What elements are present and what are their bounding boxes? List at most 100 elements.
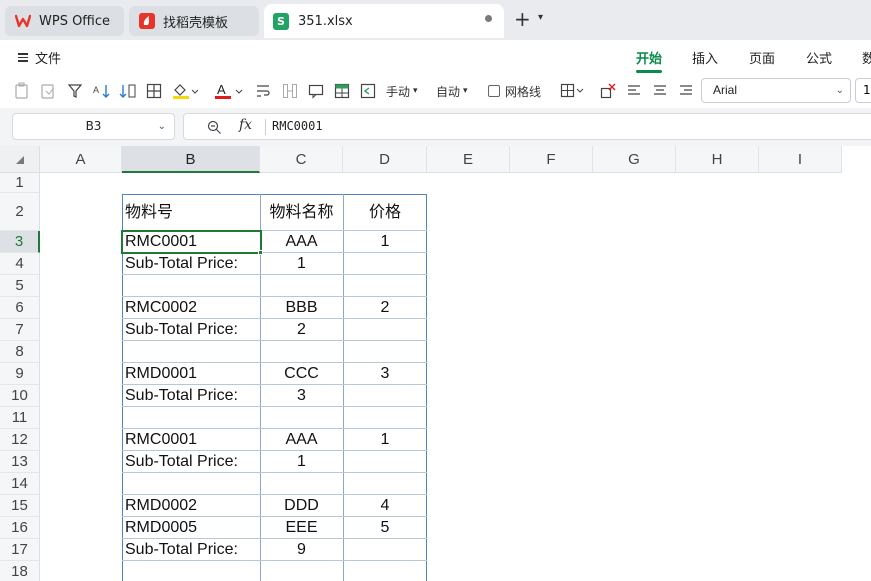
column-header-c[interactable]: C [260,146,343,173]
cell-c2[interactable]: 物料名称 [260,193,343,231]
unsaved-dot-icon[interactable] [485,15,492,22]
cell-c4[interactable]: 1 [260,253,343,275]
svg-text:A: A [217,82,226,97]
cell-d12[interactable]: 1 [343,429,427,451]
cell-c7[interactable]: 2 [260,319,343,341]
borders-icon[interactable] [146,82,162,100]
gridlines-checkbox[interactable] [488,85,500,97]
cell-c9[interactable]: CCC [260,363,343,385]
merge-cells-icon[interactable] [282,82,298,100]
row-header-17[interactable]: 17 [0,539,40,561]
col-width-dropdown[interactable]: 自动 ▾ [436,82,468,100]
column-header-g[interactable]: G [593,146,676,173]
row-header-14[interactable]: 14 [0,473,40,495]
wrap-text-icon[interactable] [255,82,271,100]
ribbon-tab-data[interactable]: 数 [862,48,871,67]
chevron-down-icon: ▾ [463,86,468,96]
gridlines-toggle[interactable]: 网格线 [488,82,541,100]
cell-c6[interactable]: BBB [260,297,343,319]
cell-c16[interactable]: EEE [260,517,343,539]
cell-c10[interactable]: 3 [260,385,343,407]
cell-c12[interactable]: AAA [260,429,343,451]
row-header-7[interactable]: 7 [0,319,40,341]
file-menu-button[interactable]: 文件 [18,48,61,67]
row-header-4[interactable]: 4 [0,253,40,275]
row-header-1[interactable]: 1 [0,173,40,193]
row-header-5[interactable]: 5 [0,275,40,297]
chevron-down-icon[interactable]: ▾ [538,12,543,23]
row-header-2[interactable]: 2 [0,193,40,231]
cell-d6[interactable]: 2 [343,297,427,319]
font-color-icon[interactable]: A [214,82,244,100]
row-header-10[interactable]: 10 [0,385,40,407]
filter-icon[interactable] [68,82,82,100]
align-left-icon[interactable] [627,82,641,100]
spreadsheet-grid[interactable]: ABCDEFGHI 1 2 3 4 5 6 7 8 9 10 11 12 13 14 15 16 17 18 物料… [0,146,871,581]
row-header-3[interactable]: 3 [0,231,40,253]
column-header-d[interactable]: D [343,146,427,173]
tab-label: 351.xlsx [298,13,353,29]
insert-comment-icon[interactable] [308,82,324,100]
cell-d2[interactable]: 价格 [343,193,427,231]
cell-format-icon[interactable] [560,82,584,100]
zoom-out-icon[interactable] [207,120,222,139]
ribbon-tab-page[interactable]: 页面 [749,48,775,67]
freeze-panes-icon[interactable] [360,82,376,100]
fx-icon[interactable]: fx [239,117,252,133]
select-all-triangle-icon [16,156,24,164]
row-header-6[interactable]: 6 [0,297,40,319]
clear-format-icon[interactable] [600,82,616,100]
cell-d16[interactable]: 5 [343,517,427,539]
active-cell-b3[interactable] [121,230,262,254]
row-height-dropdown[interactable]: 手动 ▾ [386,82,418,100]
cell-d15[interactable]: 4 [343,495,427,517]
fill-color-icon[interactable] [172,82,198,100]
column-header-i[interactable]: I [759,146,842,173]
ribbon-tab-home[interactable]: 开始 [636,48,662,67]
row-header-8[interactable]: 8 [0,341,40,363]
formula-input[interactable]: fx RMC0001 [183,113,871,140]
name-box[interactable]: B3 ⌄ [12,113,175,140]
formula-content[interactable]: RMC0001 [272,119,323,133]
select-all-corner[interactable] [0,146,40,173]
tab-351-xlsx[interactable]: S 351.xlsx [264,4,504,38]
tab-docer-templates[interactable]: 找稻壳模板 [129,6,259,36]
column-header-a[interactable]: A [40,146,122,173]
row-header-9[interactable]: 9 [0,363,40,385]
row-height-label: 手动 [386,84,411,99]
wps-spreadsheet-window: WPS Office 找稻壳模板 S 351.xlsx + ▾ 文件 开始 插入… [0,0,871,581]
paste-format-icon[interactable] [40,82,56,100]
font-family-select[interactable]: Arial ⌄ [701,78,851,103]
cell-c3[interactable]: AAA [260,231,343,253]
row-header-11[interactable]: 11 [0,407,40,429]
formula-divider [265,119,266,135]
row-header-12[interactable]: 12 [0,429,40,451]
fill-handle[interactable] [258,250,263,255]
ribbon-tab-formula[interactable]: 公式 [806,48,832,67]
paste-values-icon[interactable] [14,82,30,100]
cell-c15[interactable]: DDD [260,495,343,517]
table-style-icon[interactable] [334,82,350,100]
column-header-h[interactable]: H [676,146,759,173]
tab-wps-office[interactable]: WPS Office [5,6,124,36]
toolbar: A A 手动 ▾ 自动 ▾ 网格线 Arial ⌄ 1 [0,74,871,108]
cell-c13[interactable]: 1 [260,451,343,473]
cell-c17[interactable]: 9 [260,539,343,561]
font-size-select[interactable]: 1 [855,78,871,103]
sort-ascending-icon[interactable]: A [93,82,111,100]
font-family-value: Arial [713,83,738,97]
cell-d3[interactable]: 1 [343,231,427,253]
column-header-e[interactable]: E [427,146,510,173]
row-header-16[interactable]: 16 [0,517,40,539]
align-center-icon[interactable] [653,82,667,100]
ribbon-tab-insert[interactable]: 插入 [692,48,718,67]
row-header-18[interactable]: 18 [0,561,40,581]
cell-d9[interactable]: 3 [343,363,427,385]
column-header-b[interactable]: B [122,146,260,173]
column-header-f[interactable]: F [510,146,593,173]
row-header-15[interactable]: 15 [0,495,40,517]
new-tab-plus-icon[interactable]: + [514,9,531,29]
align-right-icon[interactable] [679,82,693,100]
sort-descending-icon[interactable] [119,82,137,100]
row-header-13[interactable]: 13 [0,451,40,473]
